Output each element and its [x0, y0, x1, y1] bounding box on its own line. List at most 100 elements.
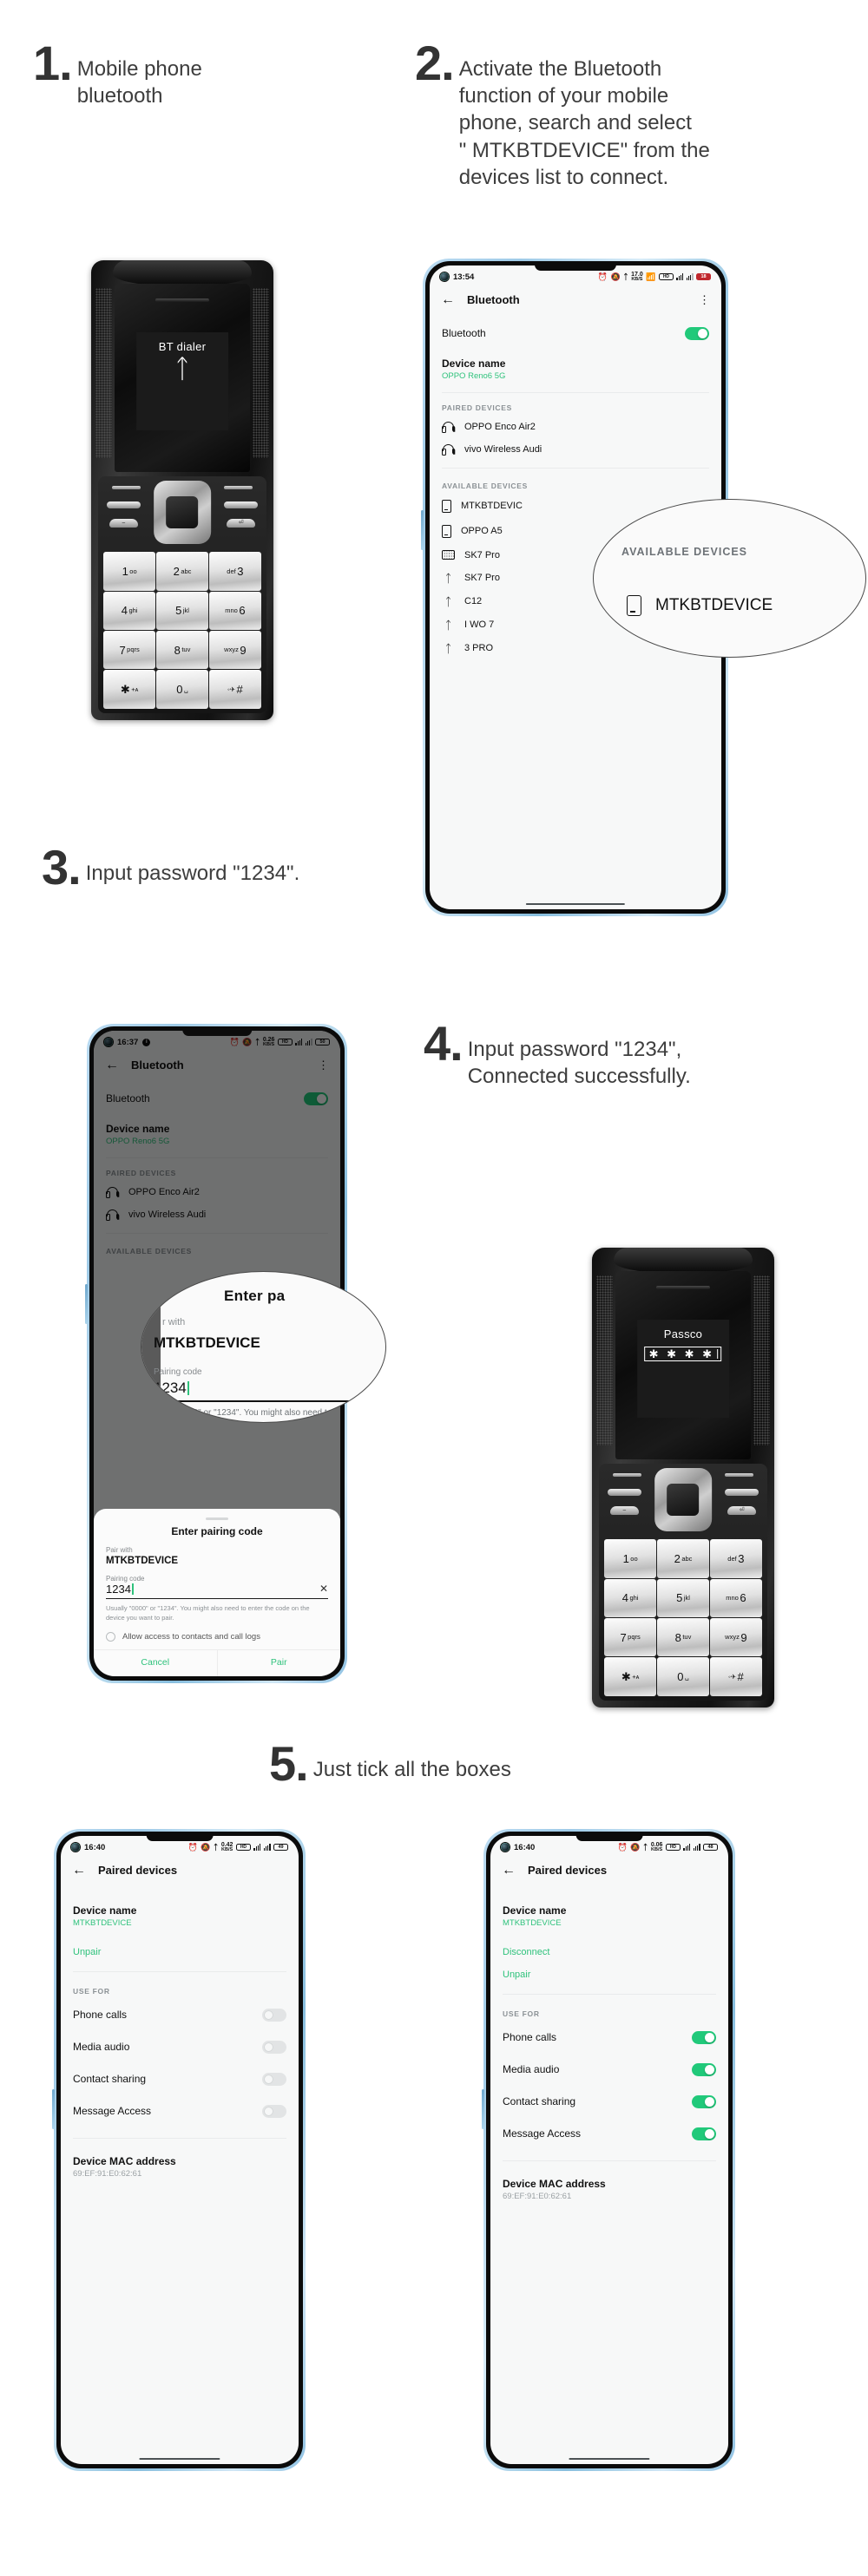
volume-button[interactable] [52, 2089, 55, 2129]
bluetooth-icon: ᛏ [213, 1842, 219, 1852]
use-for-row[interactable]: Media audio [490, 2054, 728, 2086]
key-2[interactable]: 2 abc [156, 552, 208, 591]
dpad[interactable] [154, 481, 211, 544]
use-for-toggle[interactable] [692, 2094, 716, 2108]
key-letters: ◦✈ [227, 685, 235, 693]
key-0[interactable]: 0 ␣ [657, 1657, 709, 1696]
use-for-toggle[interactable] [692, 2062, 716, 2076]
home-indicator[interactable] [139, 2457, 220, 2460]
dpad[interactable] [654, 1468, 712, 1531]
battery-icon: 18 [696, 273, 711, 281]
key-3[interactable]: 3 def [208, 552, 261, 591]
use-for-row[interactable]: Media audio [61, 2031, 299, 2063]
home-indicator[interactable] [569, 2457, 650, 2460]
key-0[interactable]: 0 ␣ [156, 670, 208, 709]
key-8[interactable]: 8 tuv [657, 1618, 709, 1657]
use-for-toggle[interactable] [692, 2030, 716, 2044]
key-5[interactable]: 5 jkl [156, 591, 208, 631]
key-#[interactable]: # ◦✈ [208, 670, 261, 709]
allow-contacts-checkbox-row[interactable]: Allow access to contacts and call logs [94, 1622, 340, 1649]
use-for-row[interactable]: Phone calls [61, 1999, 299, 2031]
left-select-key[interactable] [608, 1488, 641, 1496]
key-3[interactable]: 3 def [709, 1539, 762, 1578]
use-for-row[interactable]: Contact sharing [61, 2063, 299, 2095]
use-for-row[interactable]: Message Access [490, 2118, 728, 2150]
key-2[interactable]: 2 abc [657, 1539, 709, 1578]
end-key[interactable]: ⏎ [727, 1506, 757, 1516]
call-key[interactable]: ⎯ [609, 1506, 639, 1516]
dpad-center[interactable] [166, 495, 199, 529]
device-list-item[interactable]: vivo Wireless Audi [94, 1203, 340, 1226]
use-for-toggle[interactable] [262, 2072, 286, 2086]
checkbox-icon[interactable] [106, 1632, 115, 1642]
key-✱[interactable]: ✱ +ᴀ [103, 670, 156, 709]
device-list-item[interactable]: OPPO Enco Air2 [430, 416, 721, 438]
pair-button[interactable]: Pair [218, 1650, 341, 1676]
softkey-right[interactable] [725, 1473, 754, 1478]
key-digit: 2 [173, 565, 180, 579]
key-5[interactable]: 5 jkl [657, 1578, 709, 1618]
bluetooth-toggle[interactable] [685, 326, 709, 340]
call-key[interactable]: ⎯ [108, 519, 138, 528]
device-list-item[interactable]: OPPO Enco Air2 [94, 1181, 340, 1203]
device-list-item[interactable]: vivo Wireless Audi [430, 438, 721, 461]
softkey-left[interactable] [612, 1473, 641, 1478]
volume-button[interactable] [421, 510, 424, 550]
mac-address-label: Device MAC address [503, 2177, 606, 2190]
back-icon[interactable]: ← [72, 1863, 86, 1878]
key-4[interactable]: 4 ghi [604, 1578, 657, 1618]
alarm-icon: ⏰ [617, 1842, 628, 1852]
device-actions: Disconnect Unpair [490, 1937, 728, 1982]
key-#[interactable]: # ◦✈ [709, 1657, 762, 1696]
dpad-center[interactable] [667, 1483, 700, 1517]
use-for-toggle[interactable] [262, 2008, 286, 2022]
pairing-code-field[interactable]: 1234 ✕ [106, 1583, 328, 1599]
use-for-toggle[interactable] [262, 2040, 286, 2054]
paired-devices-list: OPPO Enco Air2 vivo Wireless Audi [430, 416, 721, 461]
home-indicator[interactable] [525, 902, 626, 905]
key-6[interactable]: 6 mno [208, 591, 261, 631]
key-1[interactable]: 1 oo [604, 1539, 657, 1578]
key-9[interactable]: 9 wxyz [709, 1618, 762, 1657]
back-icon[interactable]: ← [441, 292, 455, 307]
use-for-toggle[interactable] [692, 2127, 716, 2140]
cancel-button[interactable]: Cancel [94, 1650, 217, 1676]
password-field[interactable]: ✱ ✱ ✱ ✱ [644, 1347, 722, 1362]
key-✱[interactable]: ✱ +ᴀ [604, 1657, 657, 1696]
volume-button[interactable] [85, 1284, 88, 1324]
use-for-row[interactable]: Phone calls [490, 2022, 728, 2054]
volume-button[interactable] [482, 2089, 484, 2129]
clear-icon[interactable]: ✕ [319, 1583, 328, 1595]
callout-device-row[interactable]: MTKBTDEVICE [627, 595, 773, 616]
bluetooth-toggle-row[interactable]: Bluetooth [94, 1080, 340, 1114]
action-unpair[interactable]: Unpair [61, 1937, 299, 1959]
step-3-number: 3. [42, 840, 82, 895]
key-7[interactable]: 7 pqrs [604, 1618, 657, 1657]
key-1[interactable]: 1 oo [103, 552, 156, 591]
end-key[interactable]: ⏎ [227, 519, 256, 528]
overflow-menu-icon[interactable]: ⋮ [318, 1059, 329, 1071]
back-icon[interactable]: ← [502, 1863, 516, 1878]
key-7[interactable]: 7 pqrs [103, 631, 156, 670]
key-4[interactable]: 4 ghi [103, 591, 156, 631]
key-digit: 5 [676, 1591, 683, 1605]
left-select-key[interactable] [107, 501, 141, 508]
action-unpair[interactable]: Unpair [490, 1959, 728, 1982]
pairing-code-input[interactable]: 1234 [106, 1583, 131, 1596]
right-select-key[interactable] [725, 1488, 759, 1496]
overflow-menu-icon[interactable]: ⋮ [699, 294, 710, 305]
action-disconnect[interactable]: Disconnect [490, 1937, 728, 1959]
use-for-row[interactable]: Contact sharing [490, 2086, 728, 2118]
key-9[interactable]: 9 wxyz [208, 631, 261, 670]
use-for-row[interactable]: Message Access [61, 2095, 299, 2127]
bluetooth-toggle[interactable] [304, 1091, 328, 1105]
right-select-key[interactable] [224, 501, 258, 508]
softkey-right[interactable] [224, 486, 253, 490]
softkey-left[interactable] [111, 486, 141, 490]
key-6[interactable]: 6 mno [709, 1578, 762, 1618]
drag-handle[interactable] [206, 1517, 228, 1520]
back-icon[interactable]: ← [105, 1058, 119, 1072]
key-8[interactable]: 8 tuv [156, 631, 208, 670]
use-for-toggle[interactable] [262, 2104, 286, 2118]
bluetooth-toggle-row[interactable]: Bluetooth [430, 315, 721, 349]
